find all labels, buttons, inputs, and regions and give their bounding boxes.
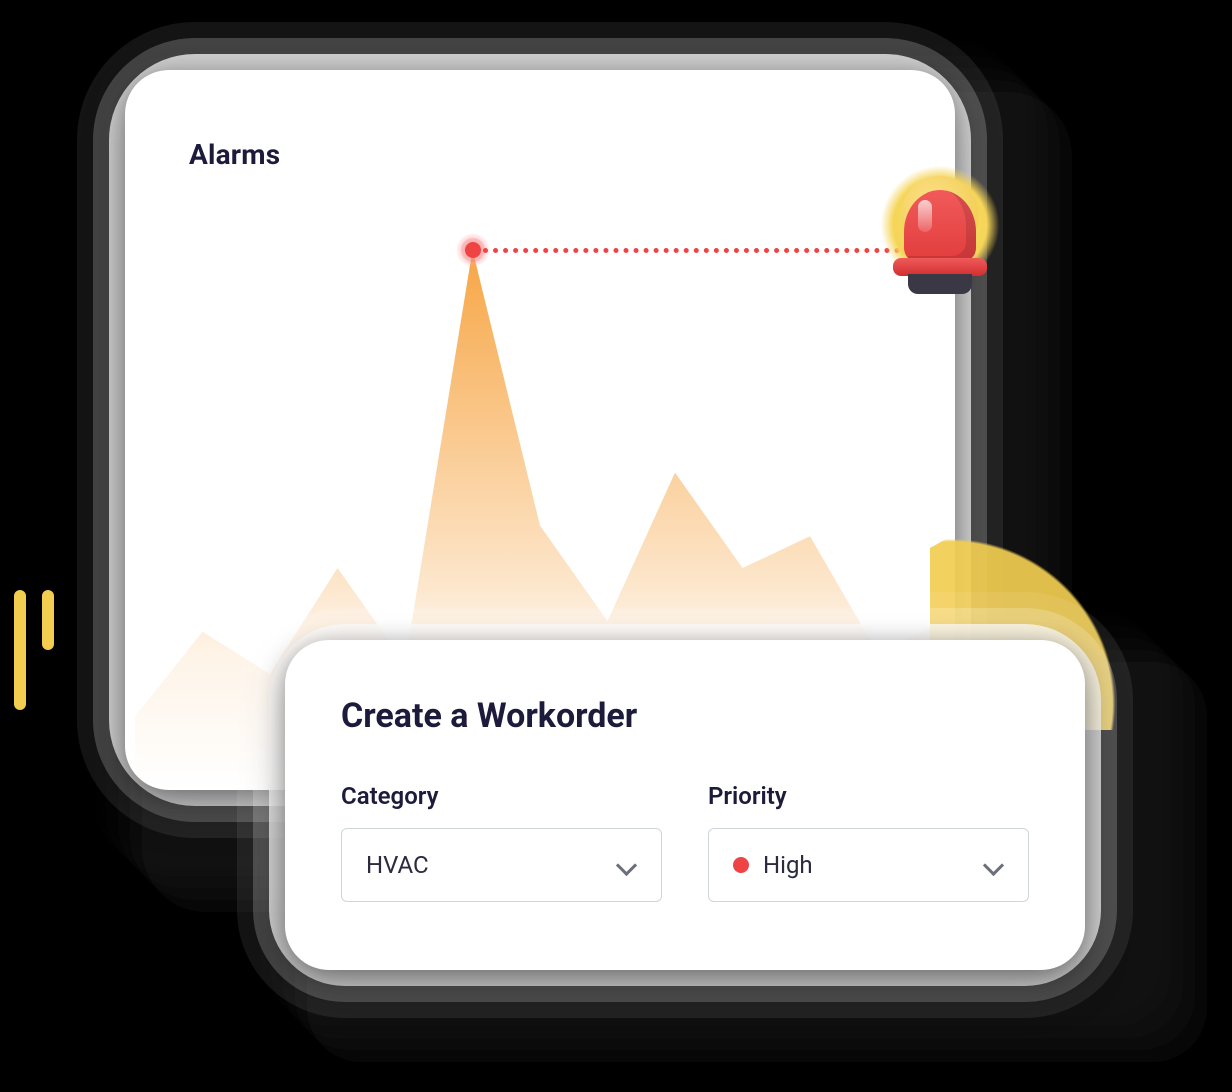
priority-label: Priority [708, 782, 1029, 810]
category-label: Category [341, 782, 662, 810]
priority-select-value: High [763, 851, 813, 879]
alarm-beacon-icon [870, 150, 1010, 310]
priority-field: Priority High [708, 782, 1029, 902]
priority-dot-icon [733, 857, 749, 873]
workorder-title: Create a Workorder [341, 696, 1029, 736]
priority-select[interactable]: High [708, 828, 1029, 902]
alarm-connector-line [483, 248, 921, 253]
chart-peak-marker [465, 242, 481, 258]
category-field: Category HVAC [341, 782, 662, 902]
category-select-value: HVAC [366, 851, 429, 879]
create-workorder-card: Create a Workorder Category HVAC Priorit… [285, 640, 1085, 970]
chevron-down-icon [982, 854, 1004, 876]
chevron-down-icon [615, 854, 637, 876]
category-select[interactable]: HVAC [341, 828, 662, 902]
alarms-card-title: Alarms [189, 138, 891, 171]
